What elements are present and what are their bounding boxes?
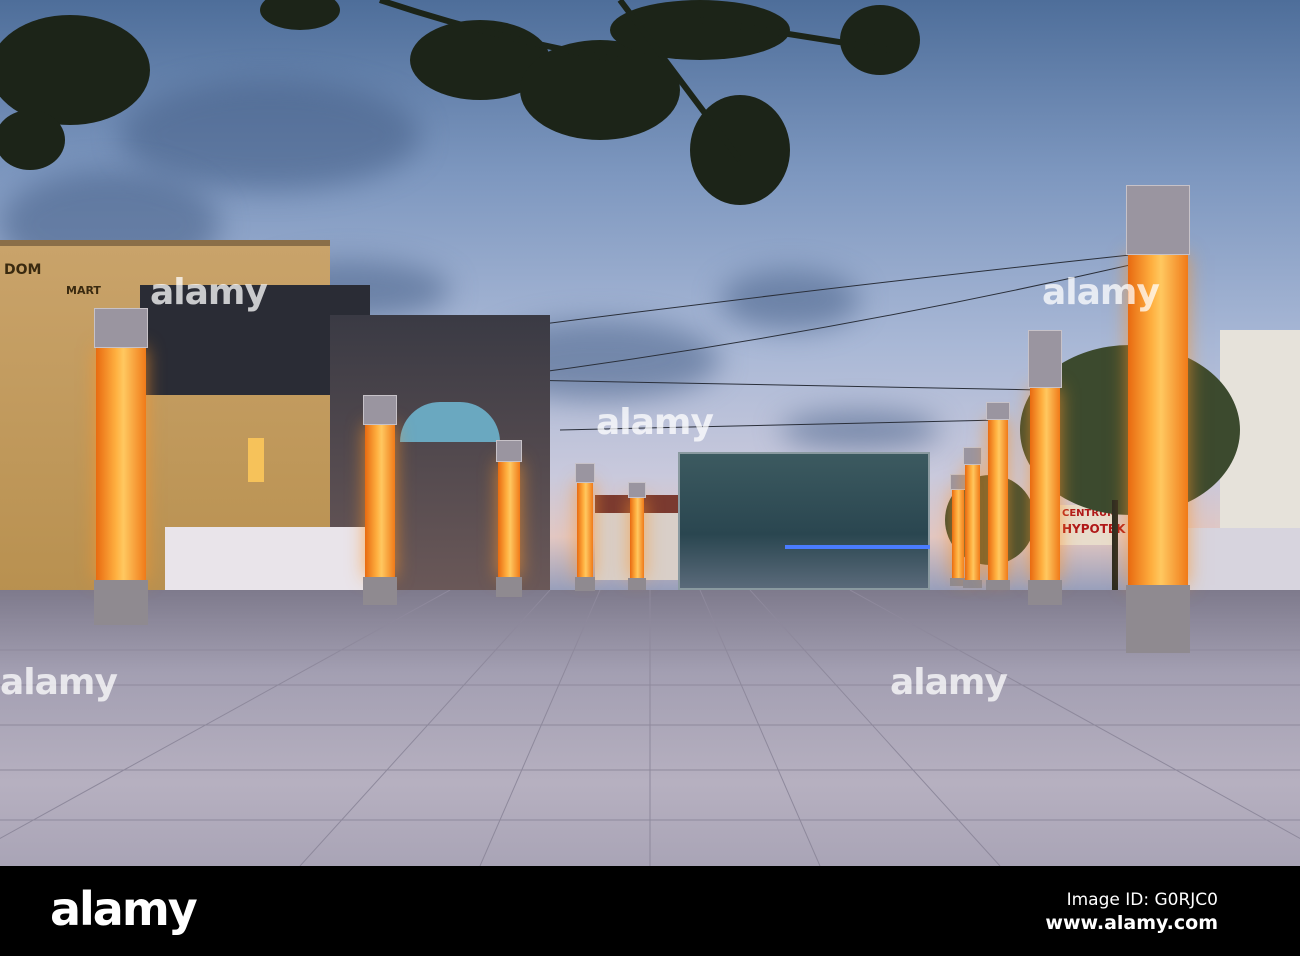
light-pillar [1028, 330, 1062, 605]
watermark: alamy [890, 662, 1008, 703]
watermark: alamy [1042, 272, 1160, 313]
photo: DOM MART CENTRUM HYPOTEK alamy alamy ala… [0, 0, 1300, 866]
watermark: alamy [596, 402, 714, 443]
watermark: alamy [0, 662, 118, 703]
window [248, 438, 264, 482]
alamy-logo: alamy [50, 882, 198, 936]
light-pillar [94, 308, 148, 625]
light-pillar [628, 482, 646, 590]
light-pillar [575, 463, 595, 591]
light-pillar [963, 447, 982, 588]
light-pillar [496, 440, 522, 597]
light-pillar [986, 402, 1010, 590]
light-pillar [363, 395, 397, 605]
watermark: alamy [150, 272, 268, 313]
image-id: Image ID: G0RJC0 [1066, 890, 1218, 910]
tent [165, 527, 365, 599]
building-sign-dom: DOM [4, 262, 42, 278]
light-pillar [950, 474, 966, 586]
site-url: www.alamy.com [1045, 912, 1218, 934]
glass-building [678, 452, 930, 590]
glass-building-light-strip [785, 545, 930, 549]
building-sign-mart: MART [66, 284, 101, 297]
pavement [0, 590, 1300, 866]
